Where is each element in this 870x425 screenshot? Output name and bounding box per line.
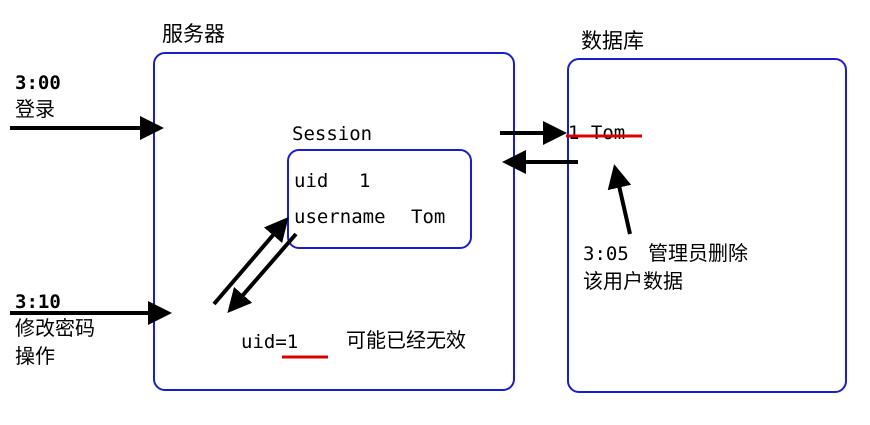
diagram-connectors xyxy=(10,116,642,359)
admin-delete-arrow xyxy=(607,164,632,235)
session-write-arrow xyxy=(212,216,289,306)
